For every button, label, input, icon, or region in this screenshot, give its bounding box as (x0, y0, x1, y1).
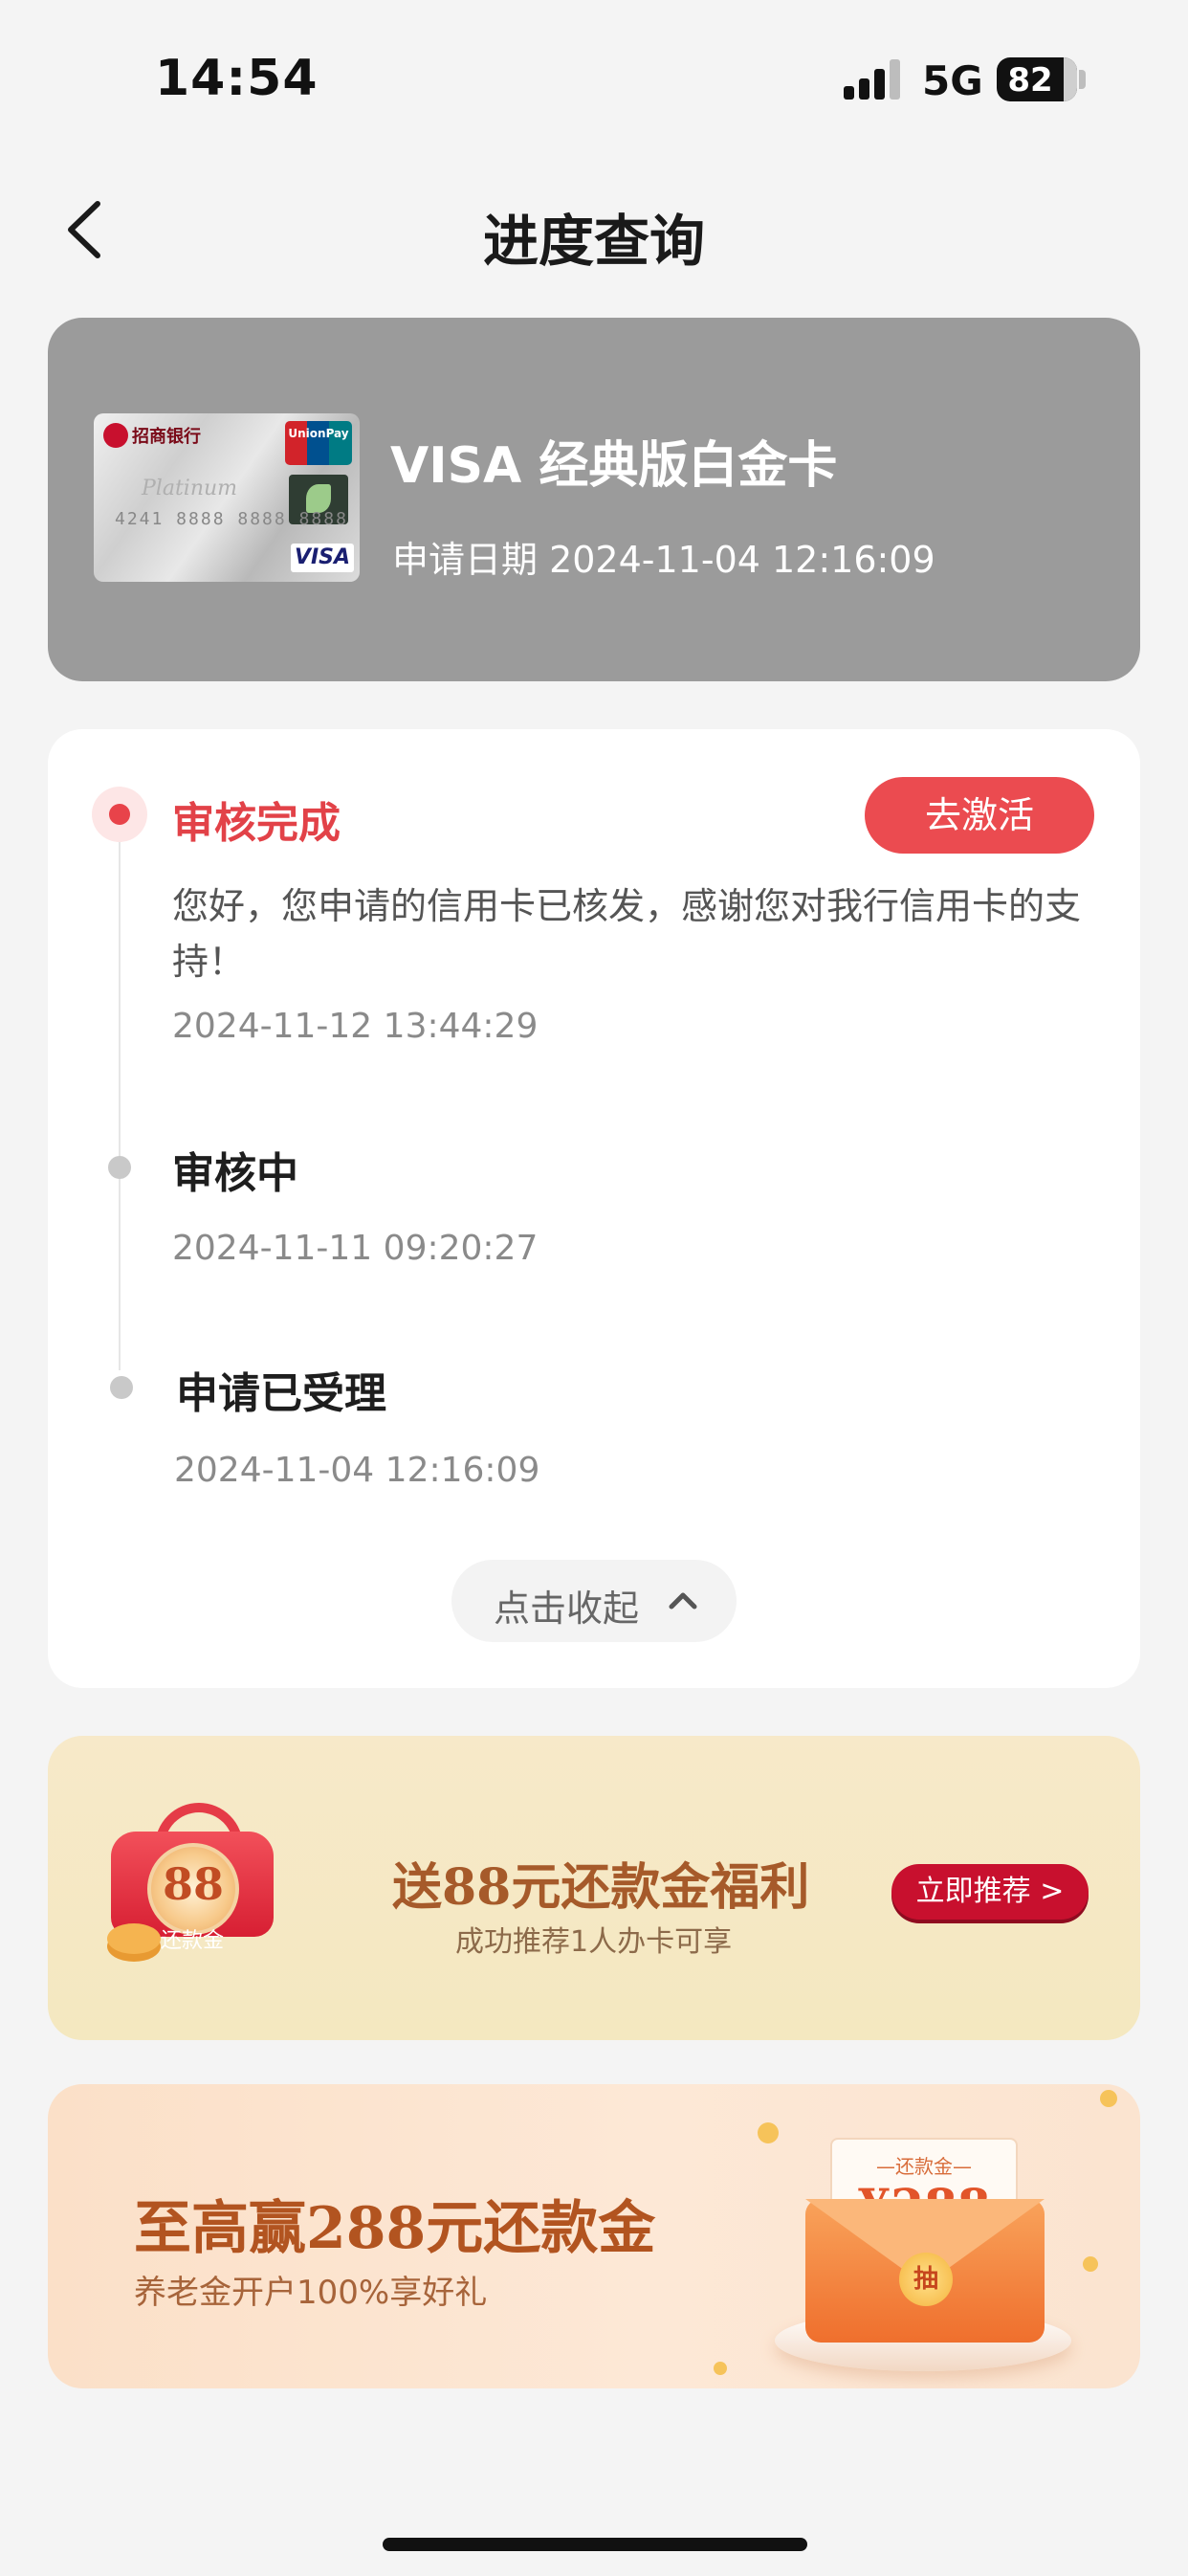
step-time: 2024-11-12 13:44:29 (172, 1007, 539, 1046)
progress-timeline: 审核完成 去激活 您好，您申请的信用卡已核发，感谢您对我行信用卡的支持！ 202… (48, 729, 1140, 1688)
status-bar: 14:54 5G 82 (0, 0, 1188, 144)
timeline-dot (110, 1376, 133, 1399)
chevron-up-icon (669, 1592, 697, 1610)
recommend-button[interactable]: 立即推荐 > (891, 1864, 1089, 1920)
home-indicator[interactable] (383, 2538, 807, 2551)
coins-icon (107, 1923, 161, 1954)
banner-title: 至高赢288元还款金 (134, 2195, 656, 2262)
referral-banner[interactable]: 88 还款金 送88元还款金福利 成功推荐1人办卡可享 立即推荐 > (48, 1736, 1140, 2040)
signal-icon (844, 59, 901, 100)
timeline-line (119, 806, 121, 1370)
timeline-dot (108, 1156, 131, 1179)
card-number: 4241 8888 8888 8888 (115, 509, 348, 529)
collapse-button[interactable]: 点击收起 (451, 1560, 737, 1642)
pension-banner[interactable]: 至高赢288元还款金 养老金开户100%享好礼 —还款金— ¥288 抽 (48, 2084, 1140, 2388)
coin-sparkle-icon (1083, 2256, 1098, 2272)
activate-button[interactable]: 去激活 (865, 777, 1094, 854)
step-time: 2024-11-11 09:20:27 (172, 1229, 539, 1268)
step-title: 审核完成 (172, 799, 341, 848)
battery-icon: 82 (997, 57, 1077, 101)
timeline-dot-active (92, 787, 147, 842)
network-type: 5G (922, 57, 983, 104)
card-script-text: Platinum (142, 477, 238, 500)
banner-title: 送88元还款金福利 (392, 1858, 810, 1917)
credit-card-image: 招商银行 UnionPay Platinum 4241 8888 8888 88… (94, 413, 360, 582)
battery-level: 82 (1007, 61, 1053, 100)
card-bank-name: 招商银行 (132, 427, 201, 447)
coin-sparkle-icon (758, 2122, 779, 2143)
step-description: 您好，您申请的信用卡已核发，感谢您对我行信用卡的支持！ (172, 885, 1082, 983)
card-summary: 招商银行 UnionPay Platinum 4241 8888 8888 88… (48, 318, 1140, 681)
battery-nub (1079, 70, 1086, 89)
step-title: 申请已受理 (176, 1369, 386, 1418)
apply-date: 申请日期 2024-11-04 12:16:09 (392, 539, 935, 581)
coin-sparkle-icon (714, 2362, 727, 2375)
unionpay-text: UnionPay (288, 427, 349, 440)
banner-subtitle: 成功推荐1人办卡可享 (455, 1925, 733, 1959)
page-title: 进度查询 (482, 209, 705, 274)
envelope-seal: 抽 (899, 2253, 953, 2306)
coin-sparkle-icon (1100, 2090, 1117, 2107)
badge-amount: 88 (162, 1858, 224, 1910)
step-title: 审核中 (172, 1149, 298, 1198)
step-time: 2024-11-04 12:16:09 (174, 1451, 540, 1490)
card-name: VISA 经典版白金卡 (390, 437, 838, 495)
banner-subtitle: 养老金开户100%享好礼 (134, 2274, 488, 2312)
visa-logo: VISA (291, 544, 354, 572)
bank-logo-icon (103, 423, 128, 448)
envelope-tag: —还款金— (876, 2155, 972, 2178)
collapse-label: 点击收起 (494, 1588, 640, 1630)
status-time: 14:54 (155, 50, 319, 107)
